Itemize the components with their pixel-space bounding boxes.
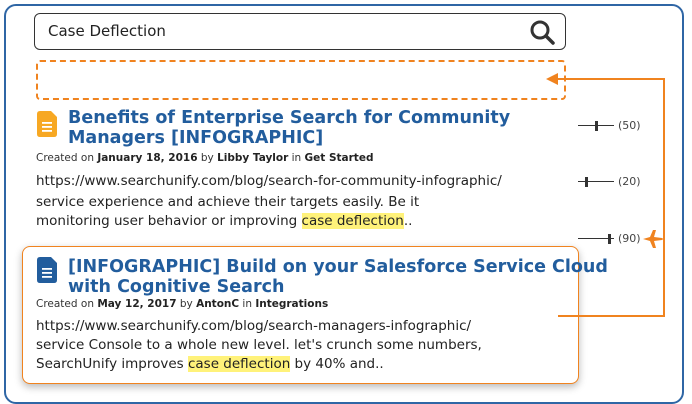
reorder-arrow [546, 73, 665, 317]
arrow-head-icon [546, 73, 558, 85]
airplane-icon [643, 230, 663, 248]
